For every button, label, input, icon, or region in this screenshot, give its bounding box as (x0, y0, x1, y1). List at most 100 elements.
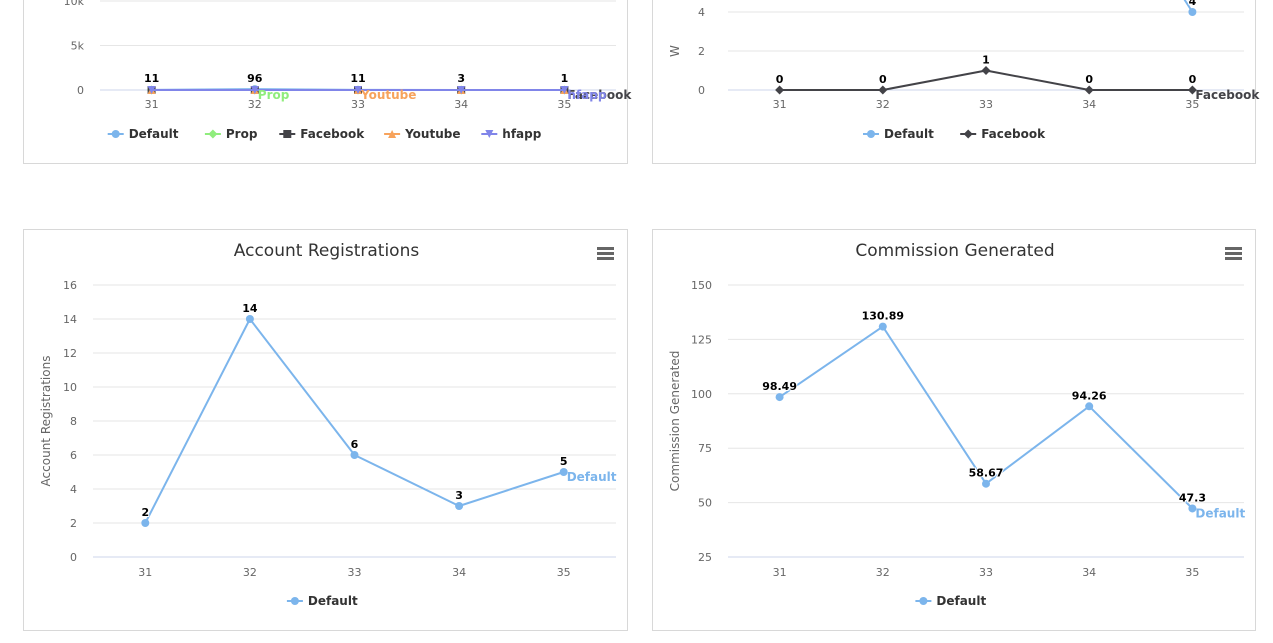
x-tick-label: 33 (979, 566, 993, 579)
y-tick-label: 0 (77, 84, 84, 97)
series-label-hfapp: hfapp (567, 88, 606, 102)
x-tick-label: 31 (138, 566, 152, 579)
data-label: 14 (242, 302, 258, 315)
data-label: 47.3 (1179, 491, 1206, 504)
data-point (982, 479, 990, 488)
x-tick-label: 33 (348, 566, 362, 579)
data-point (141, 519, 150, 527)
data-point (878, 322, 887, 331)
data-label: 4 (1189, 0, 1197, 8)
x-tick-label: 34 (454, 98, 468, 111)
legend-label: Default (936, 594, 986, 608)
legend-item-hfapp[interactable]: hfapp (481, 127, 542, 141)
legend-item-default[interactable]: Default (915, 594, 986, 608)
x-tick-label: 32 (876, 566, 890, 579)
y-tick-label: 150 (691, 279, 712, 292)
legend-label: Default (308, 594, 358, 608)
series-label-youtube: Youtube (360, 88, 416, 102)
legend-item-prop[interactable]: Prop (204, 127, 258, 141)
hamburger-menu-icon[interactable] (1225, 246, 1243, 260)
y-axis-title: Account Registrations (39, 356, 53, 487)
series-default: 98.49 130.89 58.67 94.26 47.3 (761, 309, 1207, 513)
legend: Default (915, 594, 986, 608)
series-label-facebook: Facebook (1195, 88, 1260, 102)
legend-item-facebook[interactable]: Facebook (960, 127, 1046, 141)
legend-symbol-icon (111, 130, 120, 138)
legend-label: Default (129, 127, 179, 141)
data-point (1084, 85, 1094, 95)
data-label: 3 (455, 489, 463, 502)
chart-svg-commission-generated: Commission Generated Commission Generated… (668, 241, 1245, 608)
y-tick-label: 100 (691, 388, 712, 401)
data-label: 2 (141, 506, 149, 519)
data-point (981, 66, 991, 75)
chart-title: Commission Generated (855, 241, 1054, 261)
y-tick-label: 125 (691, 333, 712, 346)
legend-label: hfapp (502, 127, 541, 141)
data-label: 3 (457, 72, 465, 85)
y-tick-label: 6 (70, 449, 77, 462)
data-label: 58.67 (969, 467, 1004, 480)
menu-bar (597, 247, 614, 250)
y-tick-label: 2 (70, 517, 77, 530)
x-tick-label: 32 (243, 566, 257, 579)
data-label: 98.49 (762, 380, 797, 393)
x-tick-label: 35 (1185, 566, 1199, 579)
y-tick-label: 12 (63, 347, 77, 360)
data-point (775, 393, 784, 402)
data-label: 0 (879, 73, 887, 86)
x-tick-label: 34 (1082, 98, 1096, 111)
series-label-default: Default (1195, 506, 1245, 520)
x-tick-label: 34 (1082, 566, 1096, 579)
data-point (878, 85, 888, 95)
legend-label: Youtube (404, 127, 460, 141)
y-tick-label: 25 (698, 551, 712, 564)
y-tick-label: 10k (64, 0, 85, 8)
legend-item-default[interactable]: Default (863, 127, 934, 141)
series-hfapp (147, 86, 569, 94)
y-tick-label: 0 (698, 84, 705, 97)
data-label: 0 (776, 73, 784, 86)
x-tick-label: 33 (979, 98, 993, 111)
legend-item-facebook[interactable]: Facebook (279, 127, 365, 141)
data-label: 11 (350, 72, 365, 85)
data-point (455, 502, 464, 510)
menu-bar (1225, 247, 1242, 250)
chart-panel-account-registrations: Account Registrations Account Registratio… (23, 229, 628, 631)
chart-panel-commission-generated: Commission Generated Commission Generated… (652, 229, 1256, 631)
y-axis-title: Commission Generated (668, 351, 682, 492)
series-label-default: Default (567, 470, 617, 484)
series-facebook: 0 0 1 0 0 (775, 53, 1198, 95)
menu-bar (597, 252, 614, 255)
legend: Default (286, 594, 358, 608)
data-point (775, 85, 785, 95)
y-tick-label: 14 (63, 313, 77, 326)
x-tick-label: 31 (773, 566, 787, 579)
legend-symbol-icon (208, 129, 218, 139)
chart-panel-top-left: 0 5k 10k 31 32 33 34 35 11 96 11 3 1 Prop Youtube Faceb… (23, 0, 632, 164)
legend: Default Facebook (863, 127, 1046, 141)
legend-item-default[interactable]: Default (107, 127, 179, 141)
legend-item-youtube[interactable]: Youtube (384, 127, 460, 141)
y-tick-label: 2 (698, 45, 705, 58)
x-tick-label: 32 (876, 98, 890, 111)
y-tick-label: 16 (63, 279, 77, 292)
data-label: 130.89 (862, 310, 904, 323)
x-tick-label: 34 (452, 566, 466, 579)
legend: Default Prop Facebook Youtube hfapp (107, 127, 542, 141)
chart-svg-account-registrations: Account Registrations Account Registratio… (39, 241, 617, 608)
chart-title: Account Registrations (234, 241, 420, 261)
y-tick-label: 8 (70, 415, 77, 428)
data-point (1188, 8, 1197, 16)
legend-item-default[interactable]: Default (286, 594, 358, 608)
data-label: 1 (982, 54, 990, 67)
data-label: 1 (561, 72, 569, 85)
chart-svg-top-right: W02431 32 33 34 3540 010 0FacebookDefault Faceb… (668, 0, 1260, 141)
y-tick-label: 75 (698, 442, 712, 455)
legend-symbol-icon (867, 130, 875, 138)
y-tick-label: 0 (70, 551, 77, 564)
series-default: 2 14 6 3 5 (140, 301, 569, 527)
hamburger-menu-icon[interactable] (597, 246, 615, 260)
y-tick-label: 5k (71, 40, 85, 53)
data-label: 11 (144, 72, 159, 85)
